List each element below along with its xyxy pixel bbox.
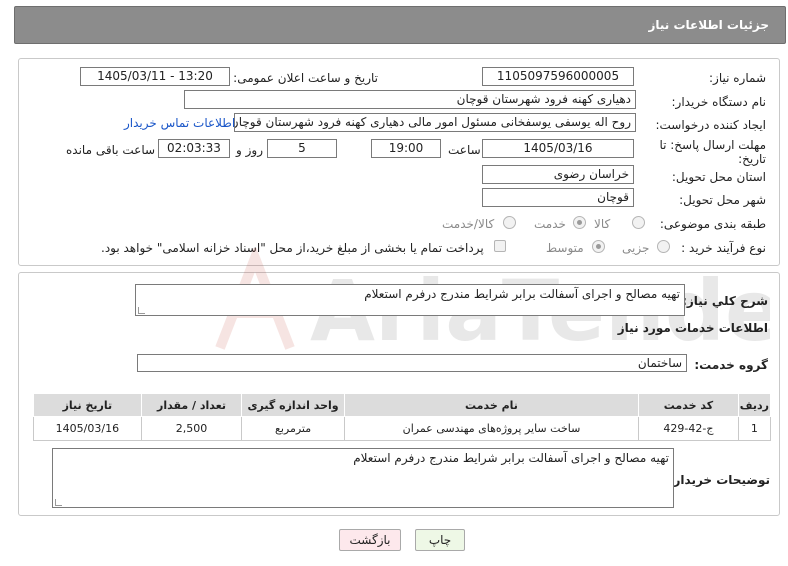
category-option-goods: کالا (594, 217, 611, 231)
resize-handle-icon[interactable] (55, 499, 62, 506)
deadline-time-label: ساعت (448, 143, 481, 157)
cell-row-number: 1 (737, 416, 772, 441)
category-radio-service[interactable] (573, 216, 586, 229)
col-header-unit: واحد اندازه گیری (241, 393, 345, 417)
col-header-quantity: تعداد / مقدار (140, 393, 243, 417)
col-header-row-number: ردیف (737, 393, 772, 417)
process-option-minor: جزیی (622, 241, 650, 255)
treasury-payment-note: پرداخت تمام یا بخشی از مبلغ خرید،از محل … (101, 241, 484, 255)
service-group-field[interactable]: ساختمان (137, 354, 687, 372)
remaining-time-label: ساعت باقی مانده (66, 143, 156, 157)
buyer-notes-label: توضیحات خریدار: (668, 473, 770, 487)
services-table: ردیف کد خدمت نام خدمت واحد اندازه گیری ت… (33, 393, 772, 441)
category-option-service: خدمت (534, 217, 566, 231)
creator-label: ایجاد کننده درخواست: (655, 118, 766, 132)
buyer-notes-text: تهیه مصالح و اجرای آسفالت برابر شرایط من… (353, 451, 669, 465)
buyer-org-field[interactable]: دهیاری کهنه فرود شهرستان قوچان (184, 90, 636, 109)
cell-unit: مترمربع (241, 416, 345, 441)
province-field[interactable]: خراسان رضوی (482, 165, 634, 184)
category-option-goods-service: کالا/خدمت (442, 217, 495, 231)
remaining-time-field[interactable]: 02:03:33 (158, 139, 230, 158)
deadline-time-field[interactable]: 19:00 (371, 139, 441, 158)
announce-datetime-label: تاریخ و ساعت اعلان عمومی: (233, 71, 378, 85)
cell-need-date: 1405/03/16 (33, 416, 142, 441)
page-title: جزئیات اطلاعات نیاز (648, 18, 769, 32)
process-option-medium: متوسط (546, 241, 584, 255)
category-label: طبقه بندی موضوعی: (659, 217, 766, 231)
days-label: روز و (236, 143, 263, 157)
col-header-service-name: نام خدمت (343, 393, 640, 417)
buyer-org-label: نام دستگاه خریدار: (671, 95, 767, 109)
city-label: شهر محل تحویل: (679, 193, 766, 207)
cell-quantity: 2,500 (140, 416, 243, 441)
need-number-label: شماره نیاز: (709, 71, 766, 85)
need-number-field[interactable]: 1105097596000005 (482, 67, 634, 86)
cell-service-name: ساخت سایر پروژه‌های مهندسی عمران (343, 416, 640, 441)
process-radio-minor[interactable] (657, 240, 670, 253)
city-field[interactable]: قوچان (482, 188, 634, 207)
service-group-label: گروه خدمت: (694, 358, 768, 372)
col-header-need-date: تاریخ نیاز (33, 393, 142, 417)
col-header-service-code: کد خدمت (638, 393, 739, 417)
buyer-notes-textarea[interactable]: تهیه مصالح و اجرای آسفالت برابر شرایط من… (52, 448, 674, 508)
deadline-label: مهلت ارسال پاسخ: تا (659, 138, 766, 152)
buyer-contact-link[interactable]: اطلاعات تماس خریدار (124, 116, 235, 130)
treasury-payment-checkbox[interactable] (494, 240, 506, 252)
days-field[interactable]: 5 (267, 139, 337, 158)
creator-field[interactable]: روح اله یوسفی یوسفخانی مسئول امور مالی د… (234, 113, 636, 132)
cell-service-code: ج-42-429 (638, 416, 739, 441)
deadline-date-field[interactable]: 1405/03/16 (482, 139, 634, 158)
summary-textarea[interactable]: تهیه مصالح و اجرای آسفالت برابر شرایط من… (135, 284, 685, 316)
page-header: جزئیات اطلاعات نیاز (14, 6, 786, 44)
summary-text: تهیه مصالح و اجرای آسفالت برابر شرایط من… (364, 287, 680, 301)
announce-datetime-field[interactable]: 1405/03/11 - 13:20 (80, 67, 230, 86)
resize-handle-icon[interactable] (138, 307, 145, 314)
category-radio-goods[interactable] (632, 216, 645, 229)
category-radio-goods-service[interactable] (503, 216, 516, 229)
process-radio-medium[interactable] (592, 240, 605, 253)
summary-label: شرح کلي نياز: (682, 294, 768, 308)
process-type-label: نوع فرآیند خرید : (681, 241, 766, 255)
services-section-title: اطلاعات خدمات مورد نیاز (617, 321, 768, 335)
province-label: استان محل تحویل: (671, 170, 766, 184)
table-row: 1 ج-42-429 ساخت سایر پروژه‌های مهندسی عم… (33, 416, 772, 441)
deadline-label-date: تاریخ: (738, 152, 766, 166)
back-button[interactable]: بازگشت (339, 529, 401, 551)
print-button[interactable]: چاپ (415, 529, 465, 551)
